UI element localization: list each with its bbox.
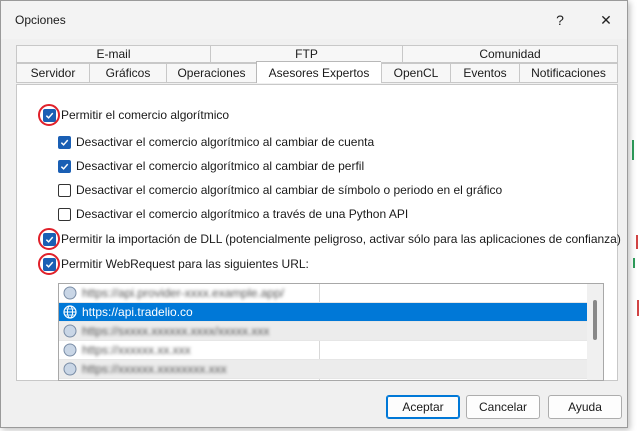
globe-icon: [63, 362, 77, 376]
tab-label: E-mail: [96, 47, 131, 61]
globe-icon: [63, 305, 77, 319]
tab-graficos[interactable]: Gráficos: [89, 63, 166, 83]
option-disable-on-profile-change[interactable]: Desactivar el comercio algorítmico al ca…: [58, 159, 364, 173]
window-title: Opciones: [15, 13, 66, 27]
close-icon: ✕: [600, 11, 612, 28]
scrollbar-thumb[interactable]: [593, 300, 597, 340]
url-text: https://xxxxxx.xxxxxxxx.xxx: [82, 362, 227, 376]
url-list-item[interactable]: https://xxxxxx.xxxxxxxx.xxx: [59, 360, 587, 379]
cancel-button[interactable]: Cancelar: [466, 395, 540, 419]
url-list-item[interactable]: https://sxxxx.xxxxxx.xxxx/xxxxx.xxx: [59, 322, 587, 341]
chart-candle: [633, 258, 635, 268]
option-disable-on-symbol-change[interactable]: Desactivar el comercio algorítmico al ca…: [58, 183, 502, 197]
option-allow-dll-imports[interactable]: Permitir la importación de DLL (potencia…: [38, 227, 621, 250]
option-label: Permitir WebRequest para las siguientes …: [61, 257, 309, 271]
url-text: https://api.tradelio.co: [82, 305, 193, 319]
globe-icon: [63, 343, 77, 357]
globe-icon: [63, 286, 77, 300]
url-list-scrollbar[interactable]: [587, 284, 603, 380]
option-label: Permitir la importación de DLL (potencia…: [61, 232, 621, 246]
option-label: Desactivar el comercio algorítmico al ca…: [76, 159, 365, 173]
option-label: Desactivar el comercio algorítmico a tra…: [76, 207, 409, 221]
globe-icon: [63, 324, 77, 338]
tab-label: Servidor: [30, 66, 76, 80]
url-text: https://api.provider-xxxx.example.app/: [82, 286, 285, 300]
tab-strip: E-mail FTP Comunidad Servidor Gráficos O…: [16, 45, 618, 85]
tab-label: Notificaciones: [531, 66, 606, 80]
tab-label: Eventos: [463, 66, 507, 80]
tab-label: FTP: [295, 47, 318, 61]
close-button[interactable]: ✕: [583, 5, 629, 35]
tab-eventos[interactable]: Eventos: [450, 63, 519, 83]
chart-candle: [636, 235, 638, 249]
accept-button[interactable]: Aceptar: [386, 395, 460, 419]
disable-on-account-change-checkbox[interactable]: [58, 135, 71, 149]
title-bar: Opciones ? ✕: [1, 1, 627, 39]
option-label: Permitir el comercio algorítmico: [61, 108, 230, 122]
url-list-item[interactable]: https://xxxxxx.xx.xxx: [59, 341, 587, 360]
tab-servidor[interactable]: Servidor: [16, 63, 89, 83]
tab-label: Operaciones: [177, 66, 246, 80]
tab-email[interactable]: E-mail: [16, 45, 210, 63]
highlight-circle: [38, 103, 60, 126]
tab-label: OpenCL: [393, 66, 439, 80]
chart-candle: [632, 140, 634, 160]
tab-opencl[interactable]: OpenCL: [381, 63, 450, 83]
tab-asesores-expertos[interactable]: Asesores Expertos: [256, 61, 381, 83]
option-disable-via-python-api[interactable]: Desactivar el comercio algorítmico a tra…: [58, 207, 408, 221]
tab-operaciones[interactable]: Operaciones: [166, 63, 256, 83]
chart-candle: [637, 300, 639, 316]
url-text: https://sxxxx.xxxxxx.xxxx/xxxxx.xxx: [82, 324, 270, 338]
help-title-button[interactable]: ?: [537, 5, 583, 35]
tab-row-bottom: Servidor Gráficos Operaciones Asesores E…: [16, 61, 618, 83]
option-allow-webrequest[interactable]: Permitir WebRequest para las siguientes …: [38, 252, 309, 275]
tab-label: Asesores Expertos: [268, 65, 370, 80]
option-allow-algo-trading[interactable]: Permitir el comercio algorítmico: [38, 103, 230, 126]
tab-comunidad[interactable]: Comunidad: [402, 45, 618, 63]
disable-on-profile-change-checkbox[interactable]: [58, 159, 71, 173]
help-icon: ?: [556, 12, 564, 28]
webrequest-url-list[interactable]: https://api.provider-xxxx.example.app/ h…: [58, 283, 604, 381]
options-dialog: Opciones ? ✕ E-mail FTP Comunidad Servid…: [0, 0, 628, 428]
highlight-circle: [38, 227, 60, 250]
tab-label: Comunidad: [479, 47, 541, 61]
disable-on-symbol-change-checkbox[interactable]: [58, 183, 71, 197]
url-list-item-selected[interactable]: https://api.tradelio.co: [59, 303, 587, 322]
url-text: https://xxxxxx.xx.xxx: [82, 343, 191, 357]
option-label: Desactivar el comercio algorítmico al ca…: [76, 183, 503, 197]
tab-notificaciones[interactable]: Notificaciones: [519, 63, 618, 83]
url-list-item[interactable]: https://api.provider-xxxx.example.app/: [59, 284, 587, 303]
option-disable-on-account-change[interactable]: Desactivar el comercio algorítmico al ca…: [58, 135, 374, 149]
tab-label: Gráficos: [105, 66, 151, 80]
highlight-circle: [38, 252, 60, 275]
option-label: Desactivar el comercio algorítmico al ca…: [76, 135, 375, 149]
expert-advisors-panel: Permitir el comercio algorítmico Desacti…: [16, 84, 621, 381]
disable-via-python-api-checkbox[interactable]: [58, 207, 71, 221]
help-button[interactable]: Ayuda: [548, 395, 622, 419]
